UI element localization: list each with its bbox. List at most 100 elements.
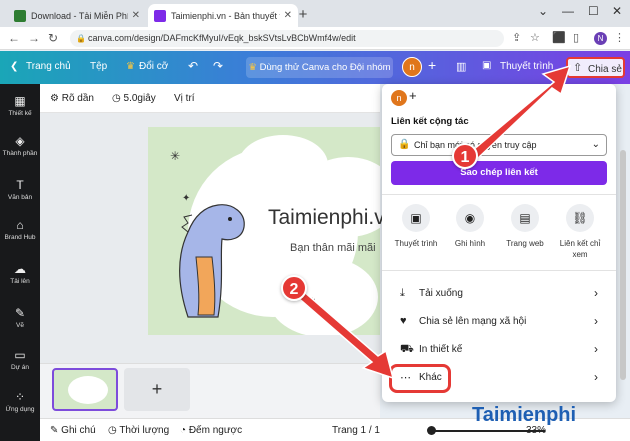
option-label: Trang web	[506, 239, 544, 248]
redo-icon[interactable]: ↷	[213, 59, 223, 73]
insights-chart-icon[interactable]: ▥	[456, 60, 466, 73]
tab-title: Taimienphi.vn - Bản thuyết trình	[171, 10, 280, 21]
slide-canvas[interactable]: ✳ ✦ ✳	[148, 127, 380, 335]
option-label: Thuyết trình	[394, 239, 438, 248]
page-thumbnail[interactable]	[52, 368, 118, 411]
browser-tab-download[interactable]: Download - Tải Miễn Phí VN - P ✕	[8, 4, 146, 27]
browser-menu-icon[interactable]: ⋮	[614, 31, 625, 44]
upload-icon: ☁	[14, 262, 26, 276]
sidebar-item-upload[interactable]: ☁ Tải lên	[0, 262, 40, 285]
page-indicator[interactable]: Trang 1 / 1	[332, 425, 380, 436]
forward-icon[interactable]: →	[28, 31, 40, 45]
watermark-logo: Taimienphi	[472, 404, 577, 426]
clock-icon: ◷	[108, 425, 120, 436]
sidebar-item-design[interactable]: ▦ Thiết kế	[0, 94, 40, 117]
elements-icon: ◈	[15, 134, 25, 148]
sidepanel-icon[interactable]: ▯	[573, 31, 579, 44]
present-icon: ▣	[482, 60, 492, 71]
option-record[interactable]: ◉ Ghi hình	[443, 204, 497, 249]
home-link[interactable]: Trang chủ	[26, 61, 71, 72]
brand-icon: ⌂	[16, 218, 24, 232]
option-view-link[interactable]: ⛓ Liên kết chỉ xem	[553, 204, 607, 260]
extension-icon[interactable]: ⬛	[552, 31, 566, 44]
lock-icon: 🔒	[76, 34, 86, 43]
download-favicon-icon	[14, 9, 26, 22]
reload-icon[interactable]: ↻	[48, 31, 58, 45]
sidebar-item-projects[interactable]: ▭ Dự án	[0, 348, 40, 371]
slide-subtitle[interactable]: Bạn thân mãi mãi	[290, 242, 376, 254]
url-text: canva.com/design/DAFmcKfMyuI/vEqk_bskSVt…	[88, 33, 356, 43]
chevron-right-icon: ›	[594, 286, 598, 300]
window-close-icon[interactable]: ✕	[612, 4, 622, 18]
row-download[interactable]: ⤓ Tải xuống ›	[382, 280, 616, 308]
position-button[interactable]: Vị trí	[174, 93, 195, 104]
stopwatch-icon: ◔	[180, 425, 189, 436]
zoom-slider-handle[interactable]	[427, 426, 436, 435]
animate-icon: ⚙	[50, 93, 62, 104]
access-select[interactable]: 🔒 Chỉ bạn mới có quyền truy cập ⌄	[391, 134, 607, 156]
row-print[interactable]: ⛟ In thiết kế ›	[382, 336, 616, 364]
sidebar-item-text[interactable]: T Văn bản	[0, 178, 40, 201]
file-menu[interactable]: Tệp	[90, 61, 107, 72]
sidebar-item-elements[interactable]: ◈ Thành phần	[0, 134, 40, 157]
panel-add-person-icon[interactable]: +	[409, 88, 417, 103]
panel-divider	[382, 270, 616, 271]
present-icon: ▣	[402, 204, 430, 232]
duration-button[interactable]: ◷ 5.0giây	[112, 93, 156, 104]
profile-avatar[interactable]: N	[594, 32, 607, 45]
browser-tab-bar: Download - Tải Miễn Phí VN - P ✕ Taimien…	[0, 0, 630, 27]
user-avatar[interactable]: n	[402, 57, 422, 77]
try-team-button[interactable]: ♛ Dùng thử Canva cho Đội nhóm	[246, 57, 393, 78]
share-page-icon[interactable]: ⇪	[512, 31, 521, 44]
canva-favicon-icon	[154, 9, 166, 22]
notes-button[interactable]: ✎ Ghi chú	[50, 425, 96, 436]
browser-tab-canva[interactable]: Taimienphi.vn - Bản thuyết trình ✕	[148, 4, 298, 27]
chevron-right-icon: ›	[594, 342, 598, 356]
back-chevron-icon[interactable]: ❮	[10, 61, 18, 72]
present-button[interactable]: Thuyết trình	[500, 61, 553, 72]
share-button[interactable]: ⇧ Chia sẻ	[566, 57, 625, 78]
add-collaborator-icon[interactable]: +	[428, 57, 436, 73]
sparkle-icon: ✳	[308, 297, 317, 308]
step-1-badge: 1	[452, 143, 478, 169]
option-website[interactable]: ▤ Trang web	[498, 204, 552, 249]
minimize-icon[interactable]: —	[562, 4, 574, 18]
animate-label: Rõ dần	[61, 93, 94, 104]
panel-avatar[interactable]: n	[391, 90, 407, 106]
countdown-button[interactable]: ◔ Đếm ngược	[180, 425, 242, 436]
sidebar-item-brand[interactable]: ⌂ Brand Hub	[0, 218, 40, 241]
new-tab-button[interactable]: +	[294, 6, 312, 24]
slide-title[interactable]: Taimienphi.vn	[268, 206, 396, 230]
undo-icon[interactable]: ↶	[188, 59, 198, 73]
download-icon: ⤓	[400, 287, 405, 299]
timer-button[interactable]: ◷ Thời lượng	[108, 425, 169, 436]
chevron-down-icon[interactable]: ⌄	[538, 4, 548, 18]
address-bar-row: ← → ↻ 🔒 canva.com/design/DAFmcKfMyuI/vEq…	[0, 27, 630, 50]
maximize-icon[interactable]: ☐	[588, 4, 599, 18]
step-2-badge: 2	[281, 275, 307, 301]
sidebar-item-apps[interactable]: ⁘ Ứng dụng	[0, 390, 40, 413]
sidebar-item-label: Ứng dụng	[5, 406, 35, 413]
animate-button[interactable]: ⚙ Rõ dần	[50, 93, 94, 104]
timer-label: Thời lượng	[119, 425, 170, 436]
row-label: In thiết kế	[419, 344, 463, 355]
try-team-label: Dùng thử Canva cho Đội nhóm	[259, 62, 391, 73]
notes-icon: ✎	[50, 425, 62, 436]
truck-icon: ⛟	[400, 343, 414, 355]
bookmark-star-icon[interactable]: ☆	[530, 31, 540, 44]
close-icon[interactable]: ✕	[284, 10, 292, 21]
sidebar-item-label: Brand Hub	[4, 234, 36, 241]
copy-link-button[interactable]: Sao chép liên kết	[391, 161, 607, 185]
option-present[interactable]: ▣ Thuyết trình	[389, 204, 443, 249]
panel-scrollbar[interactable]	[620, 150, 626, 380]
row-social[interactable]: ♥ Chia sẻ lên mạng xã hội ›	[382, 308, 616, 336]
sidebar-item-label: Tải lên	[10, 278, 30, 285]
close-icon[interactable]: ✕	[132, 10, 140, 21]
resize-button[interactable]: Đổi cỡ	[139, 61, 168, 72]
add-page-button[interactable]: +	[124, 368, 190, 411]
more-highlight-outline	[389, 364, 451, 393]
sidebar-item-draw[interactable]: ✎ Vẽ	[0, 306, 40, 329]
sidebar-item-label: Vẽ	[16, 322, 24, 329]
back-icon[interactable]: ←	[8, 31, 20, 45]
url-field[interactable]: 🔒 canva.com/design/DAFmcKfMyuI/vEqk_bskS…	[70, 30, 504, 47]
